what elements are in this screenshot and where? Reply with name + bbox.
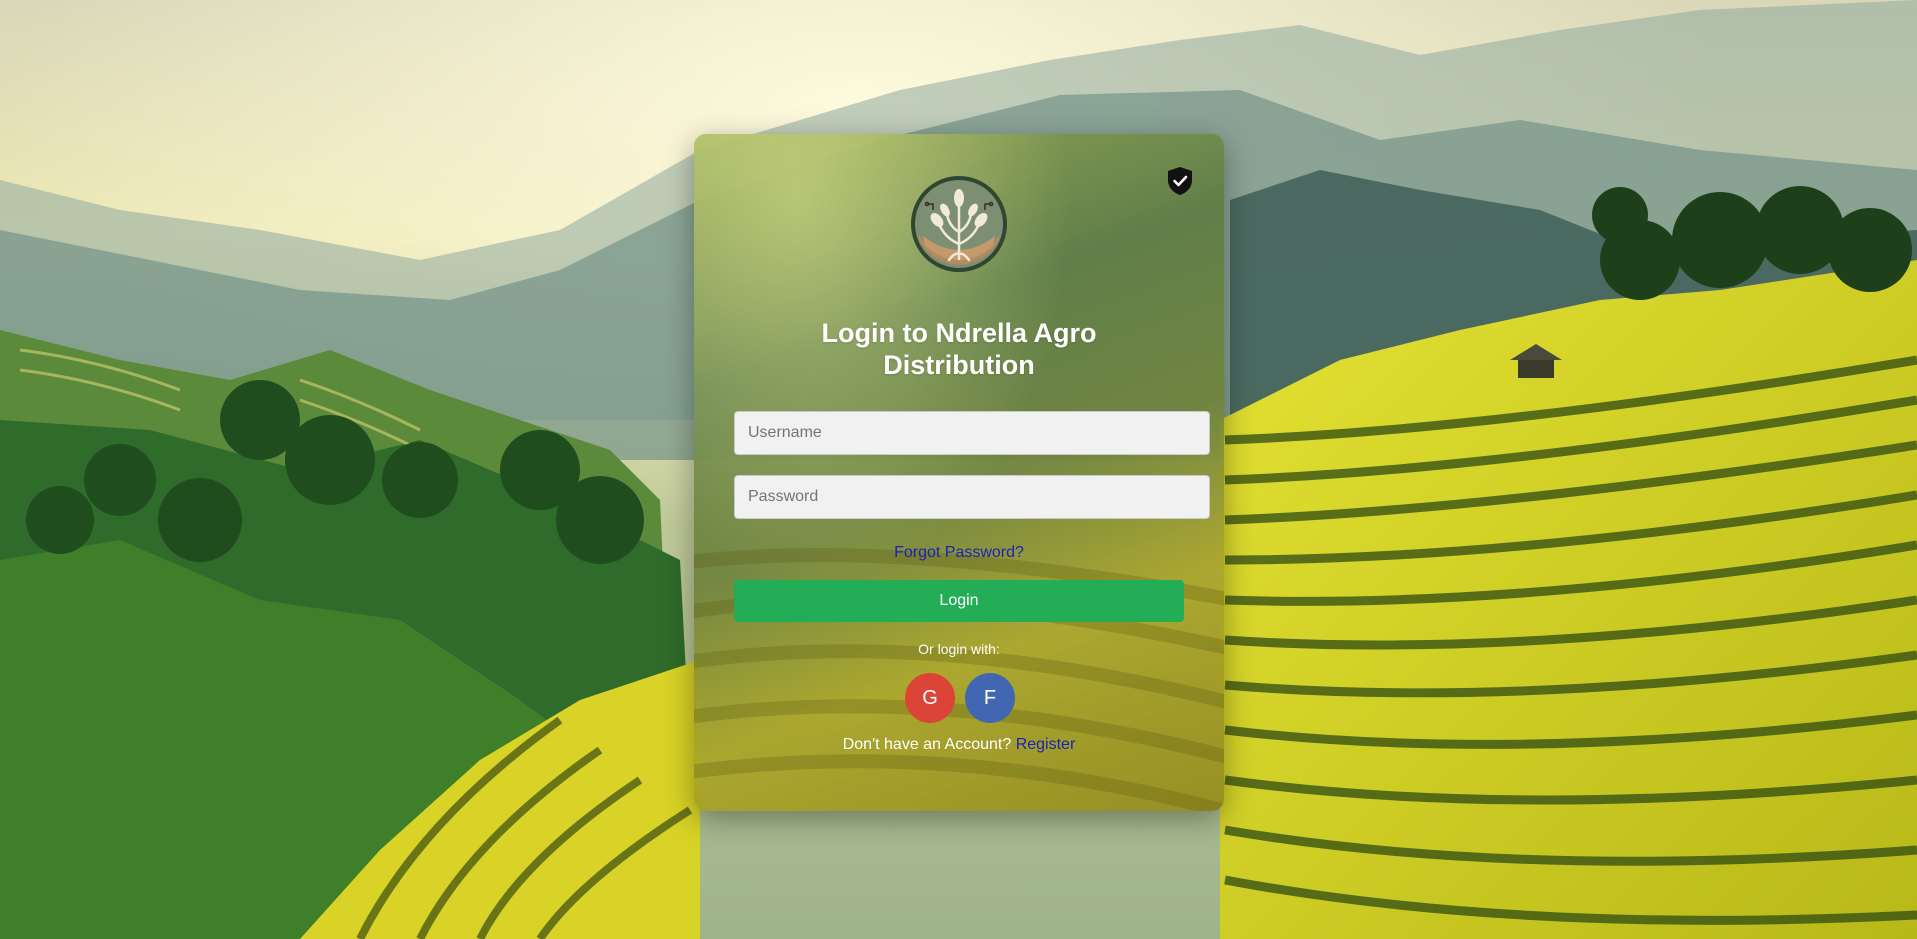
forgot-password-link[interactable]: Forgot Password? — [694, 544, 1224, 562]
facebook-login-button[interactable]: F — [965, 673, 1015, 723]
register-link[interactable]: Register — [1016, 736, 1076, 753]
page-title: Login to Ndrella Agro Distribution — [694, 317, 1224, 381]
login-card: Login to Ndrella Agro Distribution Forgo… — [694, 134, 1224, 811]
password-input[interactable] — [734, 475, 1210, 519]
no-account-text: Don't have an Account? — [842, 736, 1012, 753]
google-login-button[interactable]: G — [905, 673, 955, 723]
login-button[interactable]: Login — [734, 580, 1184, 622]
or-login-with-label: Or login with: — [918, 641, 1000, 657]
title-line-1: Login to Ndrella Agro — [821, 318, 1097, 348]
register-prompt: Don't have an Account? Register — [694, 736, 1224, 754]
title-line-2: Distribution — [883, 350, 1035, 380]
username-input[interactable] — [734, 411, 1210, 455]
plant-logo-icon — [911, 176, 1007, 272]
shield-check-icon — [1168, 167, 1192, 195]
